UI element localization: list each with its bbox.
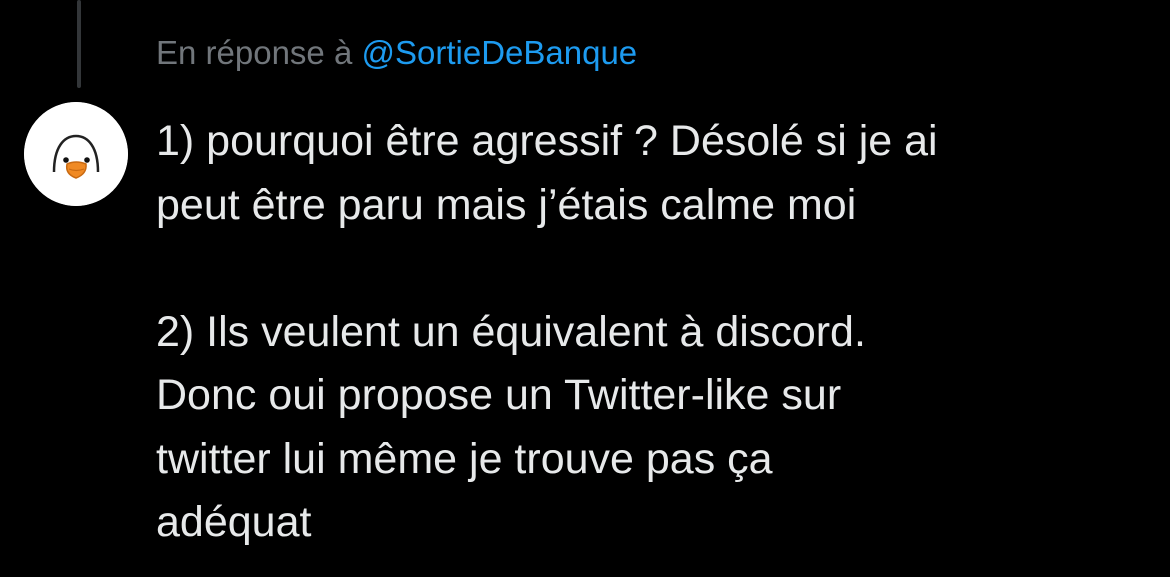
tweet-text: 1) pourquoi être agressif ? Désolé si je… xyxy=(156,110,1146,555)
tweet-line: peut être paru mais j’étais calme moi xyxy=(156,180,857,229)
avatar[interactable] xyxy=(24,102,128,206)
reply-to-prefix: En réponse à xyxy=(156,34,362,71)
tweet-paragraph-2: 2) Ils veulent un équivalent à discord. … xyxy=(156,301,1146,555)
reply-to-header: En réponse à @SortieDeBanque xyxy=(156,30,637,76)
reply-to-handle-link[interactable]: @SortieDeBanque xyxy=(361,34,637,71)
tweet-line: 2) Ils veulent un équivalent à discord. xyxy=(156,307,866,356)
tweet-paragraph-1: 1) pourquoi être agressif ? Désolé si je… xyxy=(156,110,1146,237)
tweet-line: 1) pourquoi être agressif ? Désolé si je… xyxy=(156,117,938,165)
tweet-line: Donc oui propose un Twitter-like sur xyxy=(156,371,842,419)
tweet-line: twitter lui même je trouve pas ça xyxy=(156,434,773,483)
duck-avatar-icon xyxy=(24,102,128,206)
thread-connector-line xyxy=(77,0,81,88)
tweet-line: adéquat xyxy=(156,498,312,546)
